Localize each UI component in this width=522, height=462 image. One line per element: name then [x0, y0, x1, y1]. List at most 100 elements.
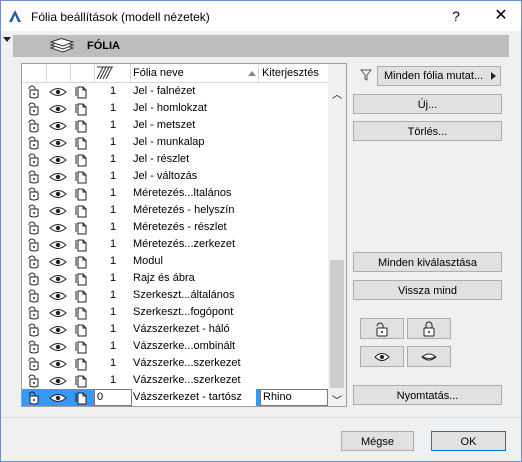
unlock-icon[interactable] — [25, 186, 43, 201]
wireframe-icon[interactable] — [73, 339, 91, 354]
scroll-up-icon[interactable]: ︿ — [332, 86, 342, 101]
eye-icon[interactable] — [49, 373, 67, 388]
wireframe-icon[interactable] — [73, 101, 91, 116]
wireframe-icon[interactable] — [73, 390, 91, 405]
wireframe-icon[interactable] — [73, 186, 91, 201]
select-all-button[interactable]: Minden kiválasztása — [353, 252, 502, 272]
wireframe-icon[interactable] — [73, 203, 91, 218]
eye-icon[interactable] — [49, 101, 67, 116]
table-row[interactable]: 1 Vázszerkezet - háló — [22, 321, 328, 338]
cancel-button[interactable]: Mégse — [341, 431, 414, 451]
table-row[interactable]: 1 Modul — [22, 253, 328, 270]
wireframe-icon[interactable] — [73, 169, 91, 184]
table-row[interactable]: 1 Szerkeszt...fogópont — [22, 304, 328, 321]
print-button[interactable]: Nyomtatás... — [353, 385, 502, 405]
eye-icon[interactable] — [49, 203, 67, 218]
close-button[interactable]: ✕ — [481, 1, 521, 31]
wireframe-icon[interactable] — [73, 220, 91, 235]
eye-icon[interactable] — [49, 152, 67, 167]
eye-icon[interactable] — [49, 186, 67, 201]
scroll-down-icon[interactable]: ﹀ — [332, 392, 342, 407]
table-row[interactable]: 1 Szerkeszt...általános — [22, 287, 328, 304]
eye-icon[interactable] — [49, 271, 67, 286]
unlock-icon[interactable] — [25, 322, 43, 337]
eye-icon[interactable] — [49, 339, 67, 354]
eye-icon[interactable] — [49, 135, 67, 150]
pen-number-input[interactable]: 0 — [94, 389, 132, 406]
eye-icon[interactable] — [49, 118, 67, 133]
wireframe-icon[interactable] — [73, 288, 91, 303]
unlock-icon[interactable] — [25, 118, 43, 133]
table-row[interactable]: 1 Vázszerke...szerkezet — [22, 372, 328, 389]
unlock-icon[interactable] — [25, 203, 43, 218]
extension-input[interactable]: Rhino — [260, 389, 328, 406]
help-button[interactable]: ? — [441, 1, 471, 31]
unlock-icon[interactable] — [25, 254, 43, 269]
unlock-button[interactable] — [360, 318, 404, 339]
unlock-icon[interactable] — [25, 339, 43, 354]
wireframe-icon[interactable] — [73, 254, 91, 269]
wireframe-icon[interactable] — [73, 373, 91, 388]
wireframe-icon[interactable] — [73, 135, 91, 150]
table-row[interactable]: 1 Méretezés - helyszín — [22, 202, 328, 219]
wireframe-icon[interactable] — [73, 152, 91, 167]
unlock-icon[interactable] — [25, 101, 43, 116]
vertical-scrollbar[interactable]: ︿ ﹀ — [328, 64, 346, 407]
column-header-name[interactable]: Fólia neve — [133, 67, 184, 79]
table-row[interactable]: 1 Jel - munkalap — [22, 134, 328, 151]
column-header-extension[interactable]: Kiterjesztés — [262, 67, 319, 79]
eye-icon[interactable] — [49, 220, 67, 235]
section-header[interactable]: FÓLIA — [13, 35, 509, 57]
delete-layer-button[interactable]: Törlés... — [353, 121, 502, 141]
table-row[interactable]: 1 Vázszerke...szerkezet — [22, 355, 328, 372]
eye-icon[interactable] — [49, 84, 67, 99]
eye-icon[interactable] — [49, 169, 67, 184]
layer-name-input[interactable]: Vázszerkezet - tartósz — [133, 391, 242, 403]
unlock-icon[interactable] — [25, 288, 43, 303]
wireframe-icon[interactable] — [73, 271, 91, 286]
table-row[interactable]: 1 Jel - metszet — [22, 117, 328, 134]
wireframe-icon[interactable] — [73, 356, 91, 371]
selected-table-row[interactable]: 0 Vázszerkezet - tartósz Rhino — [22, 389, 328, 406]
table-row[interactable]: 1 Méretezés - részlet — [22, 219, 328, 236]
unlock-icon[interactable] — [25, 373, 43, 388]
table-row[interactable]: 1 Méretezés...zerkezet — [22, 236, 328, 253]
ok-button[interactable]: OK — [431, 431, 506, 451]
unlock-icon[interactable] — [25, 169, 43, 184]
unlock-icon[interactable] — [25, 271, 43, 286]
eye-icon[interactable] — [49, 254, 67, 269]
eye-icon[interactable] — [49, 305, 67, 320]
layer-filter-dropdown[interactable]: Minden fólia mutat... — [377, 66, 501, 86]
new-layer-button[interactable]: Új... — [353, 94, 502, 114]
wireframe-icon[interactable] — [73, 237, 91, 252]
table-row[interactable]: 1 Vázszerke...ombinált — [22, 338, 328, 355]
table-row[interactable]: 1 Jel - változás — [22, 168, 328, 185]
scrollbar-thumb[interactable] — [330, 260, 344, 388]
eye-icon[interactable] — [49, 237, 67, 252]
table-row[interactable]: 1 Jel - részlet — [22, 151, 328, 168]
wireframe-icon[interactable] — [73, 322, 91, 337]
unlock-icon[interactable] — [25, 390, 43, 405]
revert-all-button[interactable]: Vissza mind — [353, 280, 502, 300]
unlock-icon[interactable] — [25, 305, 43, 320]
collapse-arrow-icon[interactable] — [3, 37, 11, 42]
lock-button[interactable] — [407, 318, 451, 339]
show-button[interactable] — [360, 346, 404, 367]
table-row[interactable]: 1 Rajz és ábra — [22, 270, 328, 287]
eye-icon[interactable] — [49, 356, 67, 371]
wireframe-icon[interactable] — [73, 305, 91, 320]
eye-icon[interactable] — [49, 390, 67, 405]
eye-icon[interactable] — [49, 322, 67, 337]
unlock-icon[interactable] — [25, 356, 43, 371]
unlock-icon[interactable] — [25, 152, 43, 167]
unlock-icon[interactable] — [25, 135, 43, 150]
unlock-icon[interactable] — [25, 237, 43, 252]
table-row[interactable]: 1 Jel - falnézet — [22, 83, 328, 100]
wireframe-icon[interactable] — [73, 118, 91, 133]
table-row[interactable]: 1 Jel - homlokzat — [22, 100, 328, 117]
unlock-icon[interactable] — [25, 220, 43, 235]
table-row[interactable]: 1 Méretezés...ltalános — [22, 185, 328, 202]
wireframe-icon[interactable] — [73, 84, 91, 99]
unlock-icon[interactable] — [25, 84, 43, 99]
hide-button[interactable] — [407, 346, 451, 367]
